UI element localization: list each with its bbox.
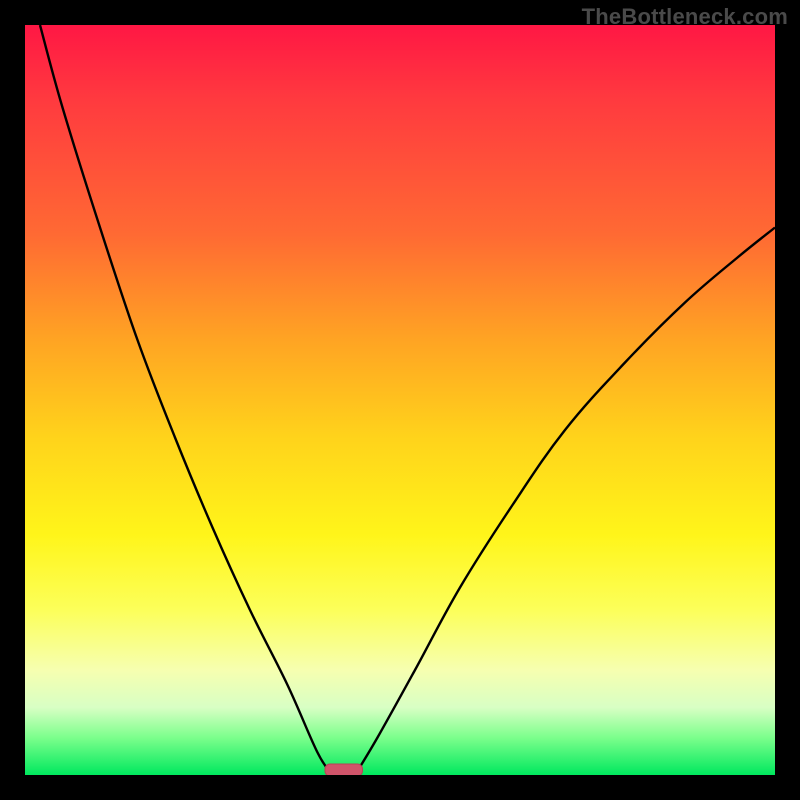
- curves-svg: [25, 25, 775, 775]
- chart-stage: TheBottleneck.com: [0, 0, 800, 800]
- curve-left-branch: [40, 25, 333, 775]
- bottleneck-marker: [325, 764, 363, 775]
- curve-right-branch: [355, 228, 775, 776]
- plot-area: [25, 25, 775, 775]
